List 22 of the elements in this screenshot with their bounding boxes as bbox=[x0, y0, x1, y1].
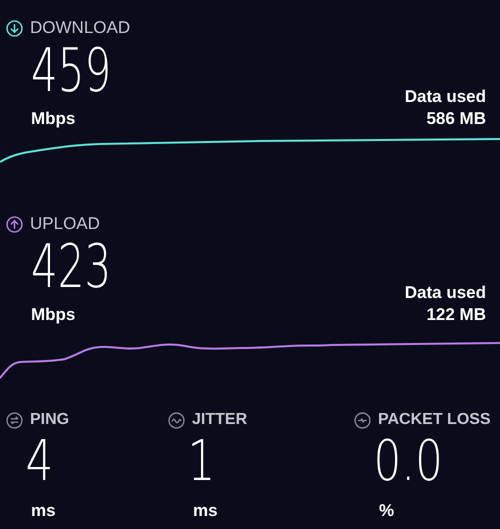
metric-unit: % bbox=[378, 500, 396, 522]
test-label: UPLOAD bbox=[30, 214, 100, 234]
metric-value: 1 bbox=[186, 430, 216, 494]
arrows-circle-icon bbox=[6, 412, 23, 428]
metric-value: 4 bbox=[24, 430, 54, 494]
data-used-value: 586 MB bbox=[426, 108, 486, 130]
metric-label: PING bbox=[30, 410, 70, 430]
speed-unit: Mbps bbox=[31, 108, 76, 130]
metric-unit: ms bbox=[192, 500, 219, 522]
metric-label: PACKET LOSS bbox=[378, 410, 491, 430]
speed-value: 459 bbox=[31, 38, 112, 104]
metric-unit: ms bbox=[30, 500, 57, 522]
metric-value: 0.0 bbox=[372, 430, 444, 494]
pulse-circle-icon bbox=[354, 412, 371, 428]
data-used-label: Data used bbox=[404, 282, 486, 304]
metric-label: JITTER bbox=[192, 410, 248, 430]
test-label: DOWNLOAD bbox=[30, 18, 130, 38]
wave-circle-icon bbox=[168, 412, 185, 428]
speed-unit: Mbps bbox=[31, 304, 76, 326]
data-used-label: Data used bbox=[404, 86, 486, 108]
speed-value: 423 bbox=[31, 234, 112, 300]
data-used-value: 122 MB bbox=[426, 304, 486, 326]
